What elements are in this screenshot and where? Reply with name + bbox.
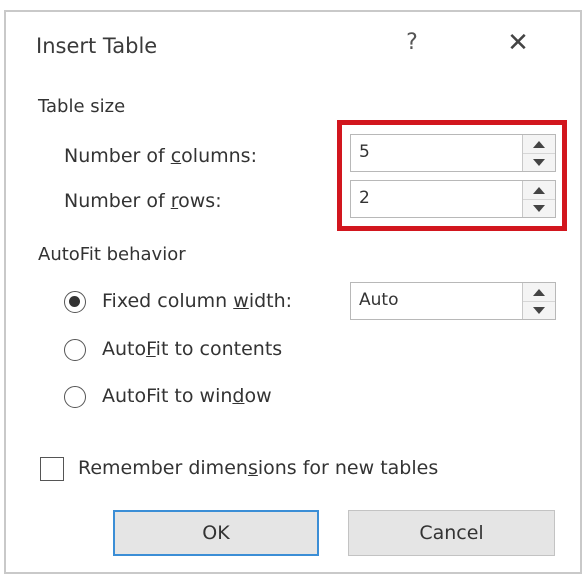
table-size-heading: Table size: [38, 96, 126, 117]
fixed-label-pre: Fixed column: [102, 290, 234, 312]
help-button[interactable]: ?: [400, 30, 424, 55]
up-arrow-icon: [533, 288, 545, 296]
fixed-width-option[interactable]: Fixed column width:: [64, 289, 334, 317]
fixed-width-label: Fixed column width:: [102, 290, 292, 312]
down-arrow-icon: [533, 158, 545, 166]
rows-label-accel: r: [170, 190, 179, 212]
up-arrow-icon: [533, 186, 545, 194]
fixed-width-increment-button[interactable]: [523, 283, 555, 302]
columns-decrement-button[interactable]: [523, 153, 555, 171]
autofit-contents-option[interactable]: AutoFit to contents: [64, 337, 334, 365]
rows-spin-buttons[interactable]: [522, 181, 555, 217]
columns-spinner[interactable]: 5: [350, 134, 556, 172]
columns-label-post: olumns:: [181, 145, 257, 167]
dialog-title: Insert Table: [36, 34, 158, 58]
columns-spin-buttons[interactable]: [522, 135, 555, 171]
columns-label: Number of columns:: [64, 145, 257, 167]
rows-increment-button[interactable]: [523, 181, 555, 200]
remember-label-pre: Remember dimen: [78, 457, 248, 479]
radio-selected-dot: [69, 296, 80, 307]
remember-label: Remember dimensions for new tables: [78, 457, 438, 479]
rows-value[interactable]: 2: [359, 188, 370, 208]
window-label-accel: d: [232, 385, 245, 407]
autofit-contents-radio[interactable]: [64, 339, 86, 361]
rows-spinner[interactable]: 2: [350, 180, 556, 218]
close-icon: ✕: [507, 28, 529, 58]
columns-label-accel: c: [170, 145, 182, 167]
autofit-heading: AutoFit behavior: [38, 244, 186, 265]
rows-label-pre: Number of: [64, 190, 171, 212]
autofit-window-option[interactable]: AutoFit to window: [64, 384, 334, 412]
columns-increment-button[interactable]: [523, 135, 555, 154]
autofit-window-radio[interactable]: [64, 386, 86, 408]
rows-decrement-button[interactable]: [523, 199, 555, 217]
remember-checkbox[interactable]: [40, 457, 64, 481]
rows-label-post: ows:: [178, 190, 222, 212]
contents-label-accel: F: [146, 338, 156, 360]
down-arrow-icon: [533, 204, 545, 212]
fixed-width-decrement-button[interactable]: [523, 301, 555, 319]
ok-button[interactable]: OK: [113, 510, 319, 556]
rows-label: Number of rows:: [64, 190, 222, 212]
window-label-post: ow: [244, 385, 272, 407]
fixed-width-spinner[interactable]: Auto: [350, 282, 556, 320]
window-label-pre: AutoFit to win: [102, 385, 233, 407]
fixed-width-radio[interactable]: [64, 291, 86, 313]
columns-label-pre: Number of: [64, 145, 171, 167]
close-button[interactable]: ✕: [503, 28, 533, 58]
cancel-button[interactable]: Cancel: [348, 510, 555, 556]
remember-label-post: ions for new tables: [257, 457, 439, 479]
autofit-contents-label: AutoFit to contents: [102, 338, 282, 360]
remember-label-accel: s: [247, 457, 258, 479]
fixed-label-post: idth:: [248, 290, 293, 312]
fixed-label-accel: w: [233, 290, 249, 312]
contents-label-pre: Auto: [102, 338, 147, 360]
columns-value[interactable]: 5: [359, 142, 370, 162]
autofit-window-label: AutoFit to window: [102, 385, 272, 407]
remember-option[interactable]: Remember dimensions for new tables: [40, 455, 510, 485]
up-arrow-icon: [533, 140, 545, 148]
down-arrow-icon: [533, 306, 545, 314]
fixed-width-value[interactable]: Auto: [359, 290, 398, 310]
fixed-width-spin-buttons[interactable]: [522, 283, 555, 319]
contents-label-post: it to contents: [155, 338, 283, 360]
